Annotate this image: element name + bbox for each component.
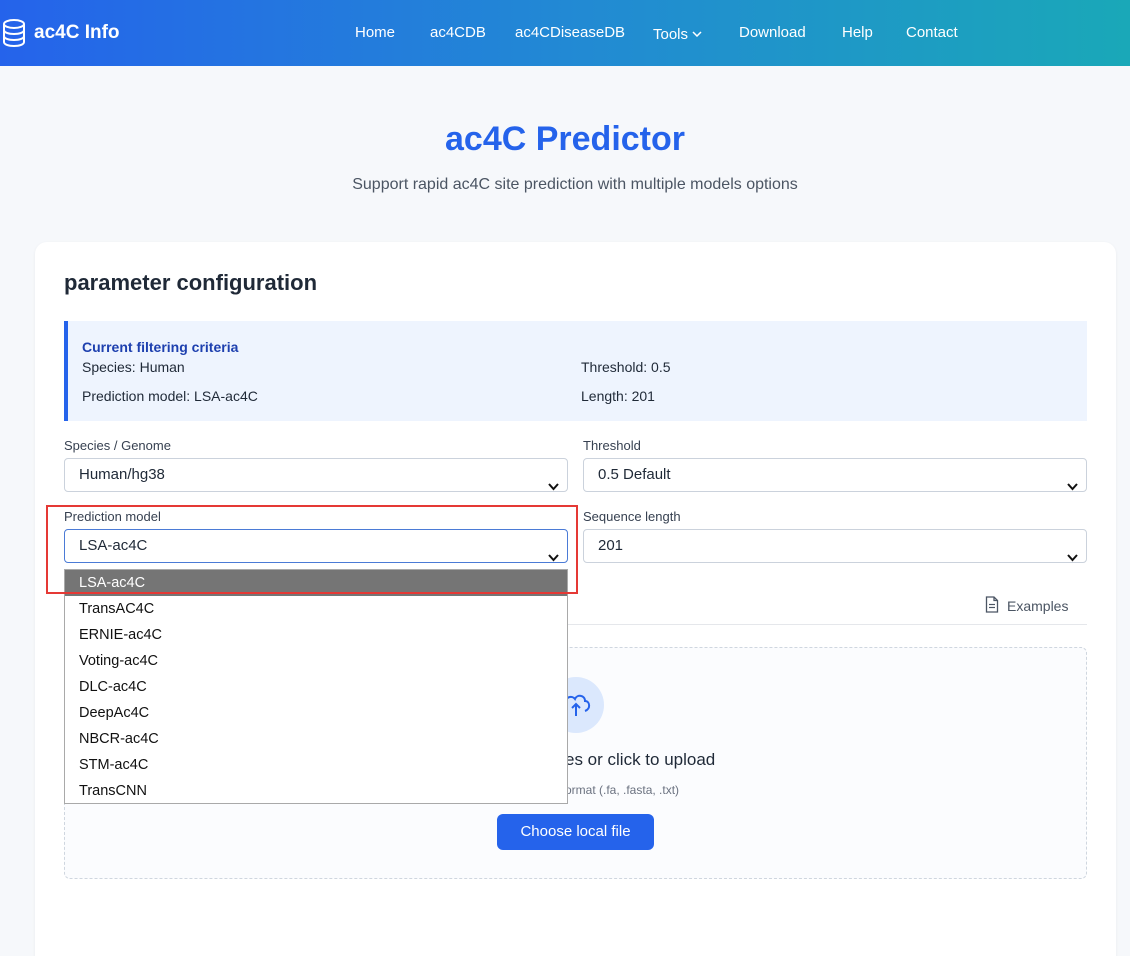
criteria-model: Prediction model: LSA-ac4C: [82, 388, 258, 404]
nav-ac4cdiseasedb[interactable]: ac4CDiseaseDB: [515, 24, 625, 41]
tab-divider: [567, 624, 1087, 625]
model-option-transcnn[interactable]: TransCNN: [65, 778, 567, 804]
model-option-nbcr-ac4c[interactable]: NBCR-ac4C: [65, 726, 567, 752]
nav-tools[interactable]: Tools: [653, 24, 702, 43]
nav-tools-label: Tools: [653, 26, 689, 43]
highlight-box: [46, 505, 578, 594]
upload-instruction: es or click to upload: [565, 750, 716, 769]
examples-label: Examples: [1007, 598, 1069, 614]
page-subtitle: Support rapid ac4C site prediction with …: [352, 176, 798, 193]
model-option-transac4c[interactable]: TransAC4C: [65, 596, 567, 622]
model-option-deepac4c[interactable]: DeepAc4C: [65, 700, 567, 726]
chevron-down-icon: [1067, 471, 1078, 503]
model-option-dlc-ac4c[interactable]: DLC-ac4C: [65, 674, 567, 700]
chevron-down-icon: [692, 24, 702, 41]
chevron-down-icon: [1067, 542, 1078, 574]
species-label: Species / Genome: [64, 438, 171, 453]
length-select-value: 201: [598, 537, 624, 554]
nav-help[interactable]: Help: [842, 24, 873, 41]
document-icon: [985, 596, 999, 616]
brand[interactable]: ac4C Info: [2, 19, 120, 47]
species-select[interactable]: Human/hg38: [64, 458, 568, 492]
database-icon: [2, 19, 26, 47]
nav-ac4cdb[interactable]: ac4CDB: [430, 24, 486, 41]
examples-link[interactable]: Examples: [985, 596, 1068, 616]
nav-download[interactable]: Download: [739, 24, 806, 41]
brand-name: ac4C Info: [34, 22, 120, 43]
model-option-voting-ac4c[interactable]: Voting-ac4C: [65, 648, 567, 674]
chevron-down-icon: [548, 471, 559, 503]
species-select-value: Human/hg38: [79, 466, 165, 483]
model-option-stm-ac4c[interactable]: STM-ac4C: [65, 752, 567, 778]
threshold-select[interactable]: 0.5 Default: [583, 458, 1087, 492]
card-title: parameter configuration: [64, 270, 318, 295]
criteria-heading: Current filtering criteria: [82, 339, 239, 355]
criteria-threshold: Threshold: 0.5: [581, 359, 671, 375]
length-label: Sequence length: [583, 509, 681, 524]
threshold-label: Threshold: [583, 438, 641, 453]
filter-criteria-panel: [64, 321, 1087, 421]
model-dropdown-list: LSA-ac4C TransAC4C ERNIE-ac4C Voting-ac4…: [64, 569, 568, 804]
nav-contact[interactable]: Contact: [906, 24, 958, 41]
threshold-select-value: 0.5 Default: [598, 466, 671, 483]
nav-home[interactable]: Home: [355, 24, 395, 41]
criteria-length: Length: 201: [581, 388, 655, 404]
choose-local-file-button[interactable]: Choose local file: [497, 814, 654, 850]
upload-format-hint: ormat (.fa, .fasta, .txt): [565, 783, 680, 797]
top-navbar: ac4C Info Home ac4CDB ac4CDiseaseDB Tool…: [0, 0, 1130, 66]
length-select[interactable]: 201: [583, 529, 1087, 563]
model-option-ernie-ac4c[interactable]: ERNIE-ac4C: [65, 622, 567, 648]
page-title: ac4C Predictor: [445, 120, 685, 158]
criteria-species: Species: Human: [82, 359, 185, 375]
